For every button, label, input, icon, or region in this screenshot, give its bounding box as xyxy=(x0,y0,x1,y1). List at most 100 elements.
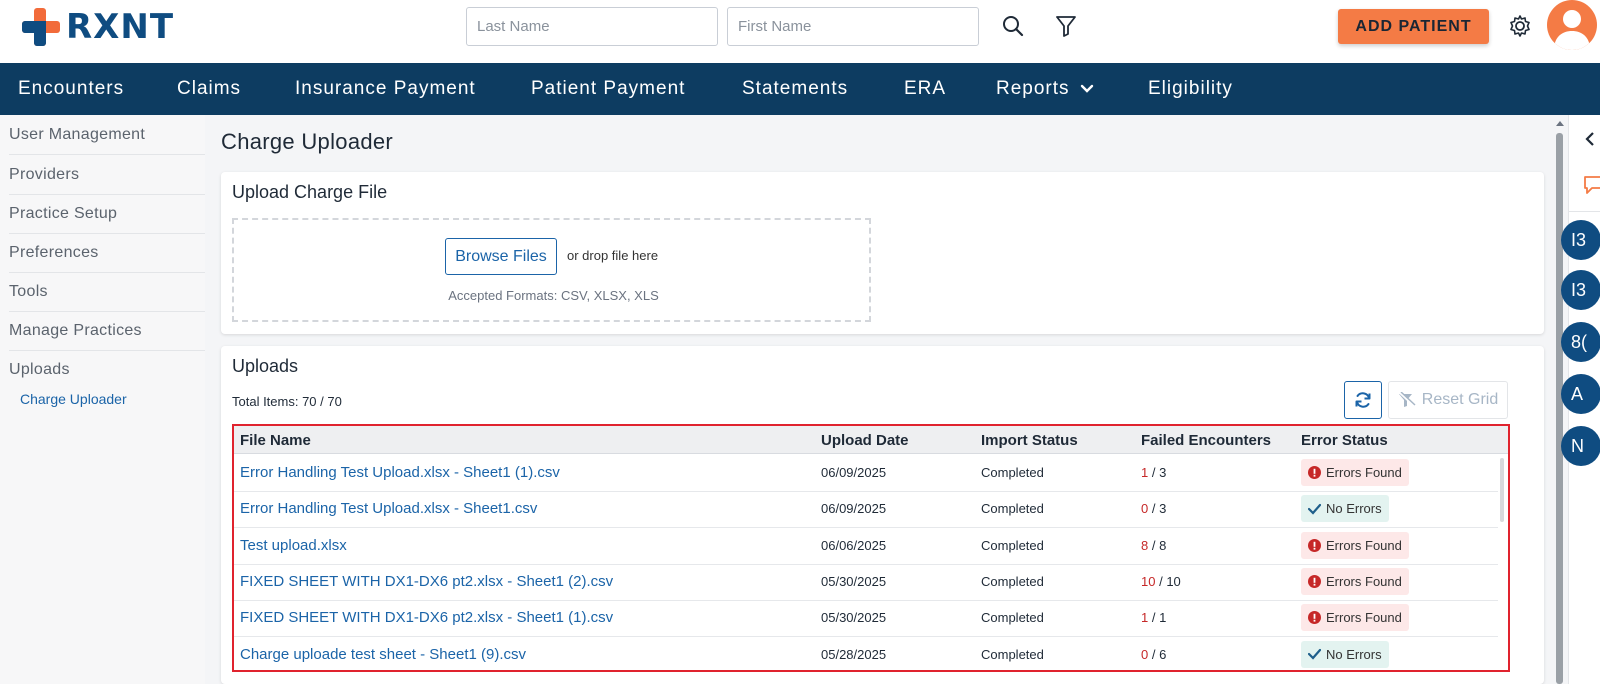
refresh-button[interactable] xyxy=(1344,381,1382,419)
browse-files-button[interactable]: Browse Files xyxy=(445,238,557,275)
file-name-link[interactable]: FIXED SHEET WITH DX1-DX6 pt2.xlsx - Shee… xyxy=(240,609,613,626)
import-status: Completed xyxy=(981,573,1044,589)
scroll-up-icon[interactable] xyxy=(1555,119,1565,127)
table-row[interactable]: Test upload.xlsx 06/06/2025 Completed 8 / 8… xyxy=(234,528,1498,565)
reset-grid-button[interactable]: Reset Grid xyxy=(1388,381,1508,419)
import-status: Completed xyxy=(981,610,1044,626)
gear-icon[interactable] xyxy=(1506,12,1534,40)
col-upload-date[interactable]: Upload Date xyxy=(821,432,909,449)
error-icon xyxy=(1308,574,1321,588)
failed-encounters: 0 / 6 xyxy=(1141,647,1166,662)
total-items: Total Items: 70 / 70 xyxy=(232,394,342,409)
file-name-link[interactable]: Charge uploade test sheet - Sheet1 (9).c… xyxy=(240,646,526,663)
table-row[interactable]: Charge uploade test sheet - Sheet1 (9).c… xyxy=(234,637,1498,671)
scroll-thumb[interactable] xyxy=(1556,133,1563,684)
col-failed-encounters[interactable]: Failed Encounters xyxy=(1141,432,1271,449)
failed-count: 10 xyxy=(1141,573,1156,589)
sidebar-item-uploads[interactable]: Uploads xyxy=(9,350,205,390)
total-count: / 8 xyxy=(1151,537,1167,553)
total-count: / 3 xyxy=(1151,465,1167,480)
nav-claims[interactable]: Claims xyxy=(177,78,241,100)
grid-header: File Name Upload Date Import Status Fail… xyxy=(234,426,1508,454)
file-name-link[interactable]: FIXED SHEET WITH DX1-DX6 pt2.xlsx - Shee… xyxy=(240,573,613,590)
failed-encounters: 1 / 1 xyxy=(1141,610,1166,625)
upload-date: 06/06/2025 xyxy=(821,537,887,553)
failed-count: 0 xyxy=(1141,501,1149,517)
col-file-name[interactable]: File Name xyxy=(240,432,311,449)
last-name-input[interactable] xyxy=(466,7,718,46)
total-count: / 3 xyxy=(1151,501,1167,517)
status-badge-label: No Errors xyxy=(1326,501,1382,517)
import-status: Completed xyxy=(981,646,1044,662)
uploads-card: Uploads Total Items: 70 / 70 Reset Grid … xyxy=(221,346,1544,684)
upload-card-title: Upload Charge File xyxy=(232,182,388,202)
sidebar-item-manage-practices[interactable]: Manage Practices xyxy=(9,311,205,351)
error-icon xyxy=(1308,466,1321,479)
rxnt-logo[interactable]: RXNT xyxy=(20,6,174,48)
nav-patient-payment[interactable]: Patient Payment xyxy=(531,78,685,100)
nav-eligibility[interactable]: Eligibility xyxy=(1148,78,1233,100)
status-badge-label: Errors Found xyxy=(1326,573,1402,589)
chat-icon[interactable] xyxy=(1583,175,1600,195)
search-icon[interactable] xyxy=(999,12,1027,40)
nav-reports[interactable]: Reports xyxy=(996,78,1094,100)
sidebar-item-tools[interactable]: Tools xyxy=(9,272,205,312)
file-name-link[interactable]: Error Handling Test Upload.xlsx - Sheet1… xyxy=(240,464,560,481)
first-name-input[interactable] xyxy=(727,7,979,46)
nav-era[interactable]: ERA xyxy=(904,78,946,100)
check-icon xyxy=(1308,648,1321,660)
status-badge-label: Errors Found xyxy=(1326,537,1402,553)
table-row[interactable]: Error Handling Test Upload.xlsx - Sheet1… xyxy=(234,491,1498,529)
failed-encounters: 1 / 3 xyxy=(1141,465,1166,480)
rail-avatar-3[interactable]: 8( xyxy=(1561,322,1600,362)
failed-encounters: 10 / 10 xyxy=(1141,574,1181,589)
import-status: Completed xyxy=(981,465,1044,480)
nav-insurance-payment[interactable]: Insurance Payment xyxy=(295,78,476,100)
col-import-status[interactable]: Import Status xyxy=(981,432,1078,449)
file-name-link[interactable]: Error Handling Test Upload.xlsx - Sheet1… xyxy=(240,500,537,517)
table-row[interactable]: Error Handling Test Upload.xlsx - Sheet1… xyxy=(234,455,1498,492)
sidebar-item-practice-setup[interactable]: Practice Setup xyxy=(9,194,205,234)
nav-encounters[interactable]: Encounters xyxy=(18,78,124,100)
status-badge-label: No Errors xyxy=(1326,646,1382,662)
total-count: / 6 xyxy=(1151,646,1167,662)
status-badge: Errors Found xyxy=(1301,604,1409,632)
table-row[interactable]: FIXED SHEET WITH DX1-DX6 pt2.xlsx - Shee… xyxy=(234,564,1498,601)
failed-count: 0 xyxy=(1141,646,1149,662)
table-row[interactable]: FIXED SHEET WITH DX1-DX6 pt2.xlsx - Shee… xyxy=(234,600,1498,638)
accepted-formats: Accepted Formats: CSV, XLSX, XLS xyxy=(448,288,659,303)
status-badge: No Errors xyxy=(1301,640,1389,668)
uploads-grid: File Name Upload Date Import Status Fail… xyxy=(232,424,1510,672)
rail-avatar-4[interactable]: A xyxy=(1561,374,1600,414)
sidebar-item-user-management[interactable]: User Management xyxy=(9,115,205,155)
failed-count: 8 xyxy=(1141,537,1149,553)
nav-reports-label: Reports xyxy=(996,78,1070,99)
rail-avatar-5[interactable]: N xyxy=(1561,426,1600,466)
collapse-chevron-icon[interactable] xyxy=(1585,132,1595,146)
col-error-status[interactable]: Error Status xyxy=(1301,432,1388,449)
upload-date: 05/28/2025 xyxy=(821,646,887,662)
sidebar-subitem-charge-uploader[interactable]: Charge Uploader xyxy=(20,391,127,407)
rail-avatar-2[interactable]: I3 xyxy=(1561,270,1600,310)
import-status: Completed xyxy=(981,501,1044,517)
sidebar-item-preferences[interactable]: Preferences xyxy=(9,233,205,273)
file-dropzone[interactable]: Browse Files or drop file here Accepted … xyxy=(232,218,871,322)
file-name-link[interactable]: Test upload.xlsx xyxy=(240,537,347,554)
status-badge: Errors Found xyxy=(1301,567,1409,595)
add-patient-button[interactable]: ADD PATIENT xyxy=(1338,9,1489,44)
failed-count: 1 xyxy=(1141,465,1149,480)
nav-statements[interactable]: Statements xyxy=(742,78,848,100)
page-title: Charge Uploader xyxy=(221,129,394,154)
sidebar: User Management Providers Practice Setup… xyxy=(0,115,205,684)
drop-hint: or drop file here xyxy=(567,248,659,263)
error-icon xyxy=(1308,538,1321,552)
status-badge-label: Errors Found xyxy=(1326,610,1402,626)
sidebar-item-providers[interactable]: Providers xyxy=(9,155,205,195)
filter-icon[interactable] xyxy=(1052,12,1080,40)
grid-scrollbar[interactable] xyxy=(1500,458,1504,522)
rail-avatar-1[interactable]: I3 xyxy=(1561,220,1600,260)
status-badge-label: Errors Found xyxy=(1326,465,1402,480)
user-avatar[interactable] xyxy=(1547,0,1597,50)
check-icon xyxy=(1308,503,1321,515)
failed-count: 1 xyxy=(1141,610,1149,626)
